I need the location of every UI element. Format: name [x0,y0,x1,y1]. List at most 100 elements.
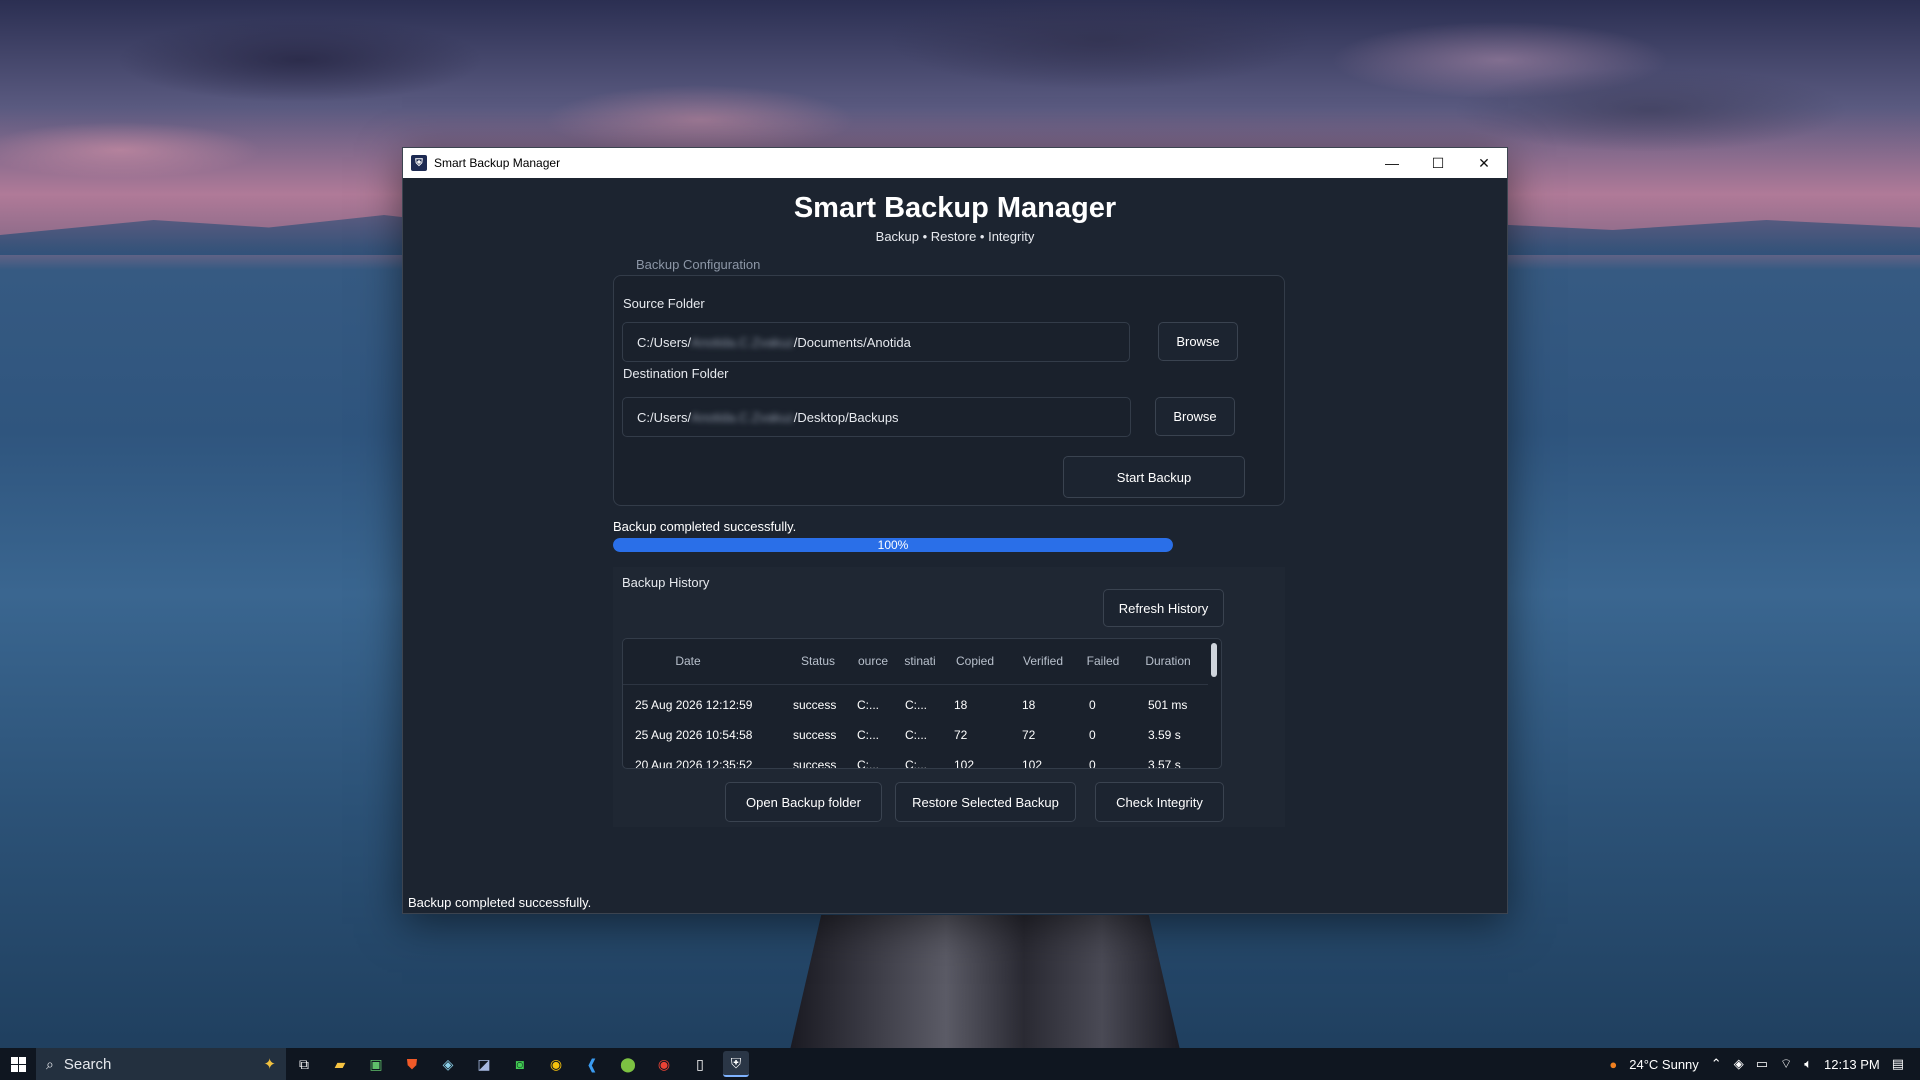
page-subtitle: Backup • Restore • Integrity [875,229,1035,244]
android-studio-icon[interactable]: ⬤ [615,1051,641,1077]
cell-destination: C:... [905,728,928,742]
cell-destination: C:... [905,698,928,712]
destination-browse-button[interactable]: Browse [1155,397,1235,436]
col-date-header[interactable]: Date [633,654,743,668]
cell-copied: 72 [954,728,968,742]
notepad-icon[interactable]: ▯ [687,1051,713,1077]
cell-duration: 3.57 s [1148,758,1181,769]
source-folder-input[interactable]: C:/Users/Anotida.C.Zvakuz/Documents/Anot… [622,322,1130,362]
col-failed-header[interactable]: Failed [1078,654,1128,668]
close-button[interactable]: ✕ [1461,148,1507,178]
vscode-icon[interactable]: ❰ [579,1051,605,1077]
history-title: Backup History [622,575,710,590]
task-view-icon[interactable]: ⧉ [291,1051,317,1077]
cell-date: 20 Aug 2026 12:35:52 [635,758,753,769]
refresh-history-button[interactable]: Refresh History [1103,589,1224,627]
source-path-suffix: /Documents/Anotida [793,334,911,350]
open-backup-folder-button[interactable]: Open Backup folder [725,782,882,822]
app-window: ⛨ Smart Backup Manager — ☐ ✕ Smart Backu… [402,147,1508,914]
backup-progress-bar: 100% [613,538,1173,552]
taskbar-search[interactable]: ⌕ Search ✦ [36,1048,286,1080]
history-table[interactable]: Date Status ource stinati Copied Verifie… [622,638,1222,769]
window-title: Smart Backup Manager [434,156,561,170]
weather-text[interactable]: 24°C Sunny [1629,1057,1699,1072]
cell-status: success [793,758,837,769]
start-backup-button[interactable]: Start Backup [1063,456,1245,498]
col-destination-header[interactable]: stinati [900,654,940,668]
app-icon-green[interactable]: ▣ [363,1051,389,1077]
qt-creator-icon[interactable]: ◙ [507,1051,533,1077]
notifications-icon[interactable]: ▤ [1892,1056,1904,1072]
weather-icon[interactable]: ● [1609,1057,1617,1072]
start-button[interactable] [0,1048,36,1080]
cell-copied: 102 [954,758,975,769]
destination-folder-input[interactable]: C:/Users/Anotida.C.Zvakuz/Desktop/Backup… [622,397,1131,437]
cell-verified: 102 [1022,758,1043,769]
table-scrollbar[interactable] [1211,643,1217,677]
app-icon-blue[interactable]: ◪ [471,1051,497,1077]
cell-duration: 501 ms [1148,698,1188,712]
smart-backup-taskbar-icon[interactable]: ⛨ [723,1051,749,1077]
cell-verified: 18 [1022,698,1036,712]
cell-duration: 3.59 s [1148,728,1181,742]
volume-icon[interactable]: 🔈︎ [1804,1056,1812,1072]
progress-percent-label: 100% [877,538,909,552]
window-controls: — ☐ ✕ [1369,148,1507,178]
chevron-up-icon[interactable]: ⌃ [1711,1056,1722,1072]
history-panel: Backup History Refresh History Date Stat… [613,567,1285,827]
sparkle-icon: ✦ [263,1056,276,1073]
col-verified-header[interactable]: Verified [1013,654,1073,668]
dev-tool-icon[interactable]: ◈ [435,1051,461,1077]
cell-destination: C:... [905,758,928,769]
config-panel: Source Folder C:/Users/Anotida.C.Zvakuz /… [613,275,1285,506]
tray-app-icon[interactable]: ◈ [1734,1056,1744,1072]
col-duration-header[interactable]: Duration [1133,654,1203,668]
table-row[interactable]: 25 Aug 2026 10:54:58 success C:... C:...… [623,721,1208,751]
wallpaper-pier [790,915,1180,1050]
source-browse-button[interactable]: Browse [1158,322,1238,361]
cell-status: success [793,728,837,742]
cell-date: 25 Aug 2026 12:12:59 [635,698,753,712]
brave-browser-icon[interactable]: ⛊ [399,1051,425,1077]
cell-failed: 0 [1089,698,1096,712]
clock-time[interactable]: 12:13 PM [1824,1057,1880,1072]
app-client-area: Smart Backup Manager Backup • Restore • … [403,178,1507,913]
cell-copied: 18 [954,698,968,712]
search-placeholder: Search [63,1055,112,1073]
cell-source: C:... [857,728,880,742]
col-copied-header[interactable]: Copied [945,654,1005,668]
minimize-button[interactable]: — [1369,148,1415,178]
chrome-profile-icon[interactable]: ◉ [651,1051,677,1077]
system-tray: ● 24°C Sunny ⌃ ◈ ▭ ⌔ 🔈︎ 12:13 PM ▤ [1603,1048,1920,1080]
maximize-button[interactable]: ☐ [1415,148,1461,178]
dest-path-suffix: /Desktop/Backups [793,409,899,425]
col-source-header[interactable]: ource [853,654,893,668]
file-explorer-icon[interactable]: ▰ [327,1051,353,1077]
app-logo-icon: ⛨ [411,155,427,171]
source-path-prefix: C:/Users/ [637,334,692,350]
cell-date: 25 Aug 2026 10:54:58 [635,728,753,742]
check-integrity-button[interactable]: Check Integrity [1095,782,1224,822]
battery-icon[interactable]: ▭ [1756,1056,1768,1072]
wifi-icon[interactable]: ⌔ [1780,1056,1792,1072]
restore-selected-backup-button[interactable]: Restore Selected Backup [895,782,1076,822]
page-title: Smart Backup Manager [793,192,1117,224]
cell-source: C:... [857,758,880,769]
history-table-header: Date Status ource stinati Copied Verifie… [623,639,1208,685]
cell-failed: 0 [1089,728,1096,742]
taskbar: ⌕ Search ✦ ⧉ ▰ ▣ ⛊ ◈ ◪ ◙ ◉ ❰ ⬤ ◉ ▯ ⛨ ● 2… [0,1048,1920,1080]
cell-verified: 72 [1022,728,1036,742]
chrome-icon[interactable]: ◉ [543,1051,569,1077]
source-folder-label: Source Folder [623,296,705,311]
dest-path-redacted: Anotida.C.Zvakuz [691,409,794,425]
progress-status-text: Backup completed successfully. [613,519,797,534]
cell-failed: 0 [1089,758,1096,769]
col-status-header[interactable]: Status [788,654,848,668]
title-bar[interactable]: ⛨ Smart Backup Manager — ☐ ✕ [403,148,1507,178]
table-row[interactable]: 20 Aug 2026 12:35:52 success C:... C:...… [623,751,1208,769]
search-icon: ⌕ [46,1055,54,1072]
destination-folder-label: Destination Folder [623,366,729,381]
source-path-redacted: Anotida.C.Zvakuz [691,334,794,350]
windows-logo-icon [10,1056,26,1072]
table-row[interactable]: 25 Aug 2026 12:12:59 success C:... C:...… [623,691,1208,721]
